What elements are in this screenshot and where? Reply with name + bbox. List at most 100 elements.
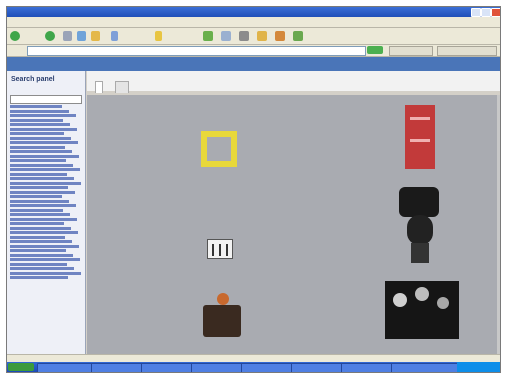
sidebar-heading: Search panel xyxy=(11,76,55,83)
sidebar-link[interactable] xyxy=(10,172,67,176)
sculpture-base xyxy=(411,243,429,263)
sidebar-link[interactable] xyxy=(10,118,63,122)
photo-face xyxy=(393,293,407,307)
edit-icon[interactable] xyxy=(257,31,267,41)
sidebar-link[interactable] xyxy=(10,177,74,180)
sidebar-link[interactable] xyxy=(10,154,79,158)
sidebar-link[interactable] xyxy=(10,105,62,108)
cabinet-handle xyxy=(410,117,430,120)
extra-toolbar-button[interactable] xyxy=(437,46,497,56)
tab-details[interactable] xyxy=(115,81,129,93)
minimize-button[interactable] xyxy=(471,8,481,17)
sidebar-link[interactable] xyxy=(10,132,64,135)
sidebar-link[interactable] xyxy=(10,195,62,198)
photo-face xyxy=(415,287,429,301)
window-titlebar xyxy=(7,7,500,17)
red-cabinet-icon[interactable] xyxy=(405,105,435,169)
white-device-icon[interactable] xyxy=(207,239,233,259)
back-arrow-icon[interactable] xyxy=(10,31,20,41)
sidebar-link[interactable] xyxy=(10,114,76,117)
discuss-icon[interactable] xyxy=(275,31,285,41)
taskbar-item[interactable] xyxy=(291,363,347,372)
menu-bar xyxy=(7,17,500,28)
device-leg xyxy=(226,244,228,256)
taskbar-item[interactable] xyxy=(241,363,297,372)
sidebar-link[interactable] xyxy=(10,258,80,261)
sidebar-link[interactable] xyxy=(10,244,79,248)
tab-results[interactable] xyxy=(95,81,103,93)
sidebar-link[interactable] xyxy=(10,127,77,131)
black-sculpture-icon[interactable] xyxy=(399,187,439,265)
sidebar-link[interactable] xyxy=(10,145,65,149)
sidebar-link[interactable] xyxy=(10,226,71,230)
sidebar-link[interactable] xyxy=(10,204,76,207)
sidebar-link[interactable] xyxy=(10,123,70,126)
category-select[interactable] xyxy=(10,95,82,104)
sidebar-link[interactable] xyxy=(10,217,77,221)
sidebar-link[interactable] xyxy=(10,136,71,140)
sidebar-link[interactable] xyxy=(10,271,81,275)
search-icon[interactable] xyxy=(111,31,118,41)
links-dropdown[interactable] xyxy=(389,46,433,56)
taskbar-item[interactable] xyxy=(37,363,97,372)
sidebar-link[interactable] xyxy=(10,267,74,270)
mail-icon[interactable] xyxy=(221,31,231,41)
sidebar-link[interactable] xyxy=(10,208,63,212)
close-button[interactable] xyxy=(491,8,500,17)
taskbar-item[interactable] xyxy=(341,363,397,372)
yellow-square-icon[interactable] xyxy=(201,131,237,167)
sidebar-link[interactable] xyxy=(10,199,69,203)
taskbar-item[interactable] xyxy=(391,363,461,372)
sidebar-link[interactable] xyxy=(10,150,72,153)
tabs-area xyxy=(87,71,500,93)
sidebar-link[interactable] xyxy=(10,190,75,194)
device-leg xyxy=(219,244,221,256)
forward-arrow-icon[interactable] xyxy=(45,31,55,41)
sidebar-link[interactable] xyxy=(10,163,73,167)
cabinet-handle xyxy=(410,139,430,142)
sidebar-link[interactable] xyxy=(10,181,81,185)
content-scrollbar[interactable] xyxy=(497,95,500,354)
sidebar-link[interactable] xyxy=(10,240,72,243)
browser-window: Search panel xyxy=(6,6,501,373)
favorites-icon[interactable] xyxy=(155,31,162,41)
sidebar-link[interactable] xyxy=(10,222,64,225)
figure-chest xyxy=(203,305,241,337)
sidebar-link[interactable] xyxy=(10,109,69,113)
sidebar-link[interactable] xyxy=(10,141,78,144)
go-button[interactable] xyxy=(367,46,383,54)
refresh-icon[interactable] xyxy=(77,31,86,41)
results-grid xyxy=(87,95,497,354)
sidebar-link[interactable] xyxy=(10,235,65,239)
figure-with-chest-icon[interactable] xyxy=(199,293,245,341)
dark-photo-icon[interactable] xyxy=(385,281,459,339)
taskbar-item[interactable] xyxy=(141,363,197,372)
sidebar-link[interactable] xyxy=(10,168,80,171)
photo-face xyxy=(437,297,449,309)
messenger-icon[interactable] xyxy=(293,31,303,41)
site-banner xyxy=(7,57,500,71)
clock xyxy=(457,362,500,372)
sidebar-link[interactable] xyxy=(10,253,73,257)
home-icon[interactable] xyxy=(91,31,100,41)
taskbar-item[interactable] xyxy=(91,363,147,372)
sidebar-link[interactable] xyxy=(10,159,66,162)
sidebar-link[interactable] xyxy=(10,262,67,266)
address-input[interactable] xyxy=(27,46,366,56)
square-inner xyxy=(207,137,231,161)
sidebar-link[interactable] xyxy=(10,186,68,189)
browser-toolbar xyxy=(7,28,500,45)
history-icon[interactable] xyxy=(203,31,213,41)
search-sidebar: Search panel xyxy=(7,71,86,354)
taskbar-item[interactable] xyxy=(191,363,247,372)
start-button[interactable] xyxy=(8,363,34,371)
maximize-button[interactable] xyxy=(481,8,491,17)
sidebar-link[interactable] xyxy=(10,231,78,234)
sculpture-head xyxy=(407,215,433,245)
sidebar-link[interactable] xyxy=(10,213,70,216)
sidebar-link[interactable] xyxy=(10,276,68,279)
sidebar-link[interactable] xyxy=(10,249,66,252)
print-icon[interactable] xyxy=(239,31,249,41)
figure-head xyxy=(217,293,229,305)
stop-icon[interactable] xyxy=(63,31,72,41)
